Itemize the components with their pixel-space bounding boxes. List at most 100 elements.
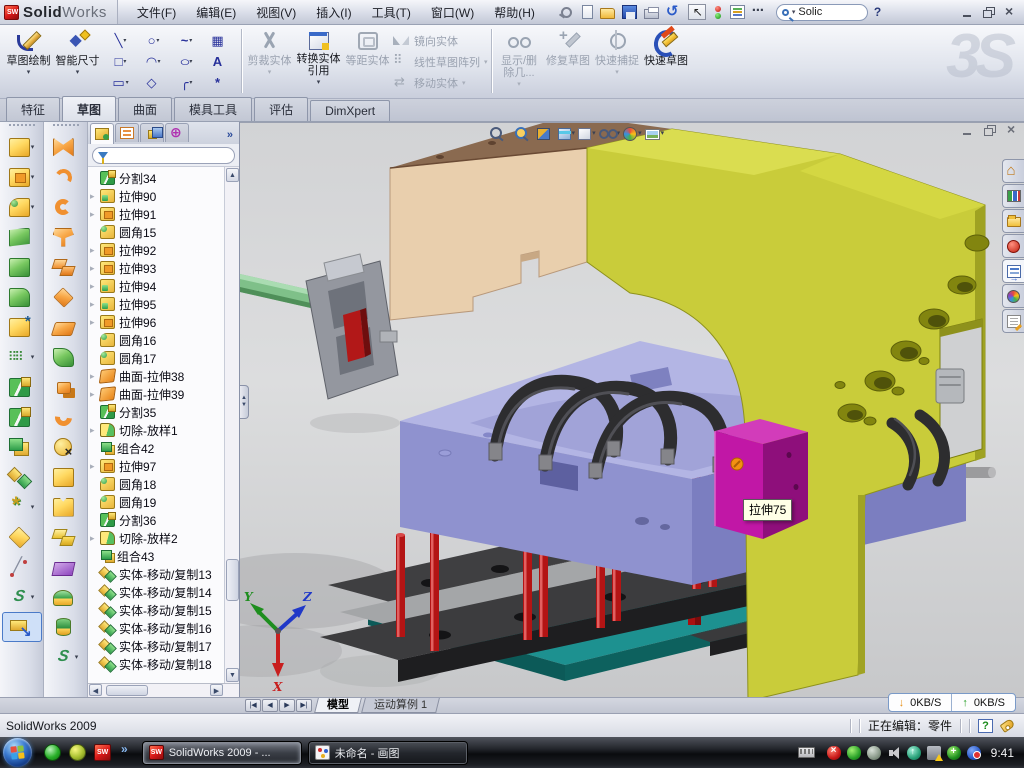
sketch-entity-button[interactable]: ◇ ▾ bbox=[137, 72, 170, 93]
command-button[interactable]: 镜向实体 ▾ bbox=[392, 31, 488, 50]
panel-more-button[interactable]: » bbox=[227, 129, 239, 144]
sketch-entity-button[interactable]: ○ ▾ bbox=[137, 30, 170, 51]
task-pane-tab[interactable] bbox=[1002, 284, 1024, 308]
search-input[interactable]: ▾ Solic bbox=[776, 4, 868, 21]
taskbar-window-button[interactable]: SolidWorks 2009 - ... bbox=[142, 741, 302, 765]
view-tool-button[interactable]: ▾ bbox=[645, 127, 665, 140]
quick-tool-button[interactable] bbox=[598, 4, 618, 20]
security-tray-icon[interactable] bbox=[947, 746, 961, 760]
help-button[interactable]: ? bbox=[868, 5, 887, 19]
ribbon-tab[interactable]: 特征 bbox=[6, 97, 60, 121]
command-button[interactable]: 修复草图 ▾ bbox=[544, 27, 593, 93]
toolbar-button[interactable]: ▾ bbox=[2, 312, 42, 342]
tree-horizontal-scrollbar[interactable]: ◀ ▶ bbox=[88, 683, 239, 697]
tree-item[interactable]: 实体-移动/复制16 bbox=[88, 619, 224, 637]
toolbar-button[interactable]: ▾ bbox=[46, 252, 86, 282]
toolbar-button[interactable]: ▾ bbox=[2, 222, 42, 252]
tree-item[interactable]: 切除-放样1 bbox=[88, 421, 224, 439]
tree-item[interactable]: 实体-移动/复制14 bbox=[88, 583, 224, 601]
tree-item[interactable]: 分割34 bbox=[88, 169, 224, 187]
toolbar-button[interactable]: ▾ bbox=[2, 402, 42, 432]
tree-item[interactable]: 分割35 bbox=[88, 403, 224, 421]
task-pane-tab[interactable] bbox=[1002, 209, 1024, 233]
sketch-entity-button[interactable]: □ ▾ bbox=[104, 51, 137, 72]
volume-tray-icon[interactable] bbox=[887, 746, 901, 760]
tree-item[interactable]: 分割36 bbox=[88, 511, 224, 529]
tree-filter-input[interactable] bbox=[92, 147, 235, 164]
expand-arrow-icon[interactable] bbox=[90, 425, 100, 436]
sketch-entity-button[interactable]: ~ ▾ bbox=[170, 30, 203, 51]
ribbon-tab[interactable]: 评估 bbox=[254, 97, 308, 121]
sketch-entity-button[interactable]: ▭ ▾ bbox=[104, 72, 137, 93]
menu-item[interactable]: 文件(F) bbox=[128, 1, 185, 24]
quick-tips-button[interactable]: ? bbox=[978, 719, 993, 733]
sketch-entity-button[interactable]: * ▾ bbox=[203, 72, 236, 93]
scrollbar-thumb[interactable] bbox=[226, 559, 239, 601]
quick-tool-button[interactable] bbox=[711, 4, 726, 20]
menu-item[interactable]: 帮助(H) bbox=[485, 1, 544, 24]
task-pane-tab[interactable] bbox=[1002, 259, 1024, 283]
network-warning-tray-icon[interactable] bbox=[927, 746, 941, 760]
menu-item[interactable]: 编辑(E) bbox=[187, 1, 245, 24]
tree-item[interactable]: 曲面-拉伸39 bbox=[88, 385, 224, 403]
shield-tray-icon[interactable] bbox=[847, 746, 861, 760]
toolbar-button[interactable]: ▾ bbox=[2, 492, 42, 522]
quicklaunch-messenger-icon[interactable] bbox=[44, 744, 61, 761]
ribbon-tab[interactable]: 曲面 bbox=[118, 97, 172, 121]
tree-item[interactable]: 圆角15 bbox=[88, 223, 224, 241]
toolbar-button[interactable]: ▾ bbox=[2, 372, 42, 402]
task-pane-tab[interactable] bbox=[1002, 309, 1024, 333]
command-button[interactable]: 智能尺寸 ▾ bbox=[53, 27, 102, 93]
sketch-entity-button[interactable]: ╲ ▾ bbox=[104, 30, 137, 51]
command-button[interactable]: 线性草图阵列 ▾ bbox=[392, 52, 488, 71]
quicklaunch-solidworks-icon[interactable] bbox=[94, 744, 111, 761]
expand-arrow-icon[interactable] bbox=[90, 461, 100, 472]
quick-tool-button[interactable] bbox=[750, 4, 770, 20]
tree-vertical-scrollbar[interactable]: ▲ ▼ bbox=[224, 167, 239, 683]
menu-item[interactable]: 工具(T) bbox=[363, 1, 420, 24]
part-magenta-insert[interactable] bbox=[715, 419, 808, 539]
command-button[interactable]: 草图绘制 ▾ bbox=[4, 27, 53, 93]
toolbar-button[interactable]: ▾ bbox=[2, 552, 42, 582]
view-tool-button[interactable]: ▾ bbox=[513, 125, 535, 141]
tree-item[interactable]: 拉伸94 bbox=[88, 277, 224, 295]
graphics-viewport[interactable]: Y Z X ▾ ▾ ▾ ▾ bbox=[240, 122, 1024, 697]
view-tool-button[interactable]: ▾ bbox=[558, 126, 576, 140]
sketch-entity-button[interactable]: ○ ▾ bbox=[170, 51, 203, 72]
part-gray-clamp[interactable] bbox=[240, 254, 398, 399]
panel-tab[interactable] bbox=[115, 123, 139, 142]
quick-tool-button[interactable] bbox=[664, 4, 684, 20]
quick-tool-button[interactable] bbox=[578, 4, 596, 20]
view-tool-button[interactable]: ▾ bbox=[578, 126, 596, 140]
toolbar-button[interactable]: ▾ bbox=[2, 132, 42, 162]
toolbar-button[interactable]: ▾ bbox=[46, 642, 86, 672]
tree-item[interactable]: 拉伸97 bbox=[88, 457, 224, 475]
ribbon-tab[interactable]: 模具工具 bbox=[174, 97, 252, 121]
toolbar-button[interactable]: ▾ bbox=[2, 432, 42, 462]
update-tray-icon[interactable] bbox=[867, 746, 881, 760]
quick-tool-button[interactable] bbox=[620, 4, 640, 20]
tree-item[interactable]: 拉伸91 bbox=[88, 205, 224, 223]
toolbar-button[interactable]: ▾ bbox=[46, 552, 86, 582]
tree-item[interactable]: 圆角16 bbox=[88, 331, 224, 349]
toolbar-button[interactable]: ▾ bbox=[46, 132, 86, 162]
prev-tab-button[interactable]: ◀ bbox=[262, 699, 278, 712]
toolbar-button[interactable]: ▾ bbox=[46, 372, 86, 402]
toolbar-button[interactable]: ▾ bbox=[2, 462, 42, 492]
tree-item[interactable]: 实体-移动/复制13 bbox=[88, 565, 224, 583]
command-button[interactable]: 显示/删除几... ▾ bbox=[495, 27, 544, 93]
expand-arrow-icon[interactable] bbox=[90, 263, 100, 274]
expand-arrow-icon[interactable] bbox=[90, 191, 100, 202]
panel-splitter-handle[interactable]: ▲▼ bbox=[240, 385, 249, 419]
quick-tool-button[interactable] bbox=[642, 5, 662, 20]
expand-arrow-icon[interactable] bbox=[90, 533, 100, 544]
tree-item[interactable]: 实体-移动/复制18 bbox=[88, 655, 224, 673]
tree-item[interactable]: 组合43 bbox=[88, 547, 224, 565]
3d-model-canvas[interactable]: Y Z X bbox=[240, 123, 1024, 697]
menu-item[interactable]: 插入(I) bbox=[307, 1, 360, 24]
ribbon-tab[interactable]: DimXpert bbox=[310, 100, 390, 121]
tree-item[interactable]: 圆角18 bbox=[88, 475, 224, 493]
view-tool-button[interactable]: ▾ bbox=[623, 126, 642, 141]
quicklaunch-ball-icon[interactable] bbox=[69, 744, 86, 761]
last-tab-button[interactable]: ▶| bbox=[296, 699, 312, 712]
